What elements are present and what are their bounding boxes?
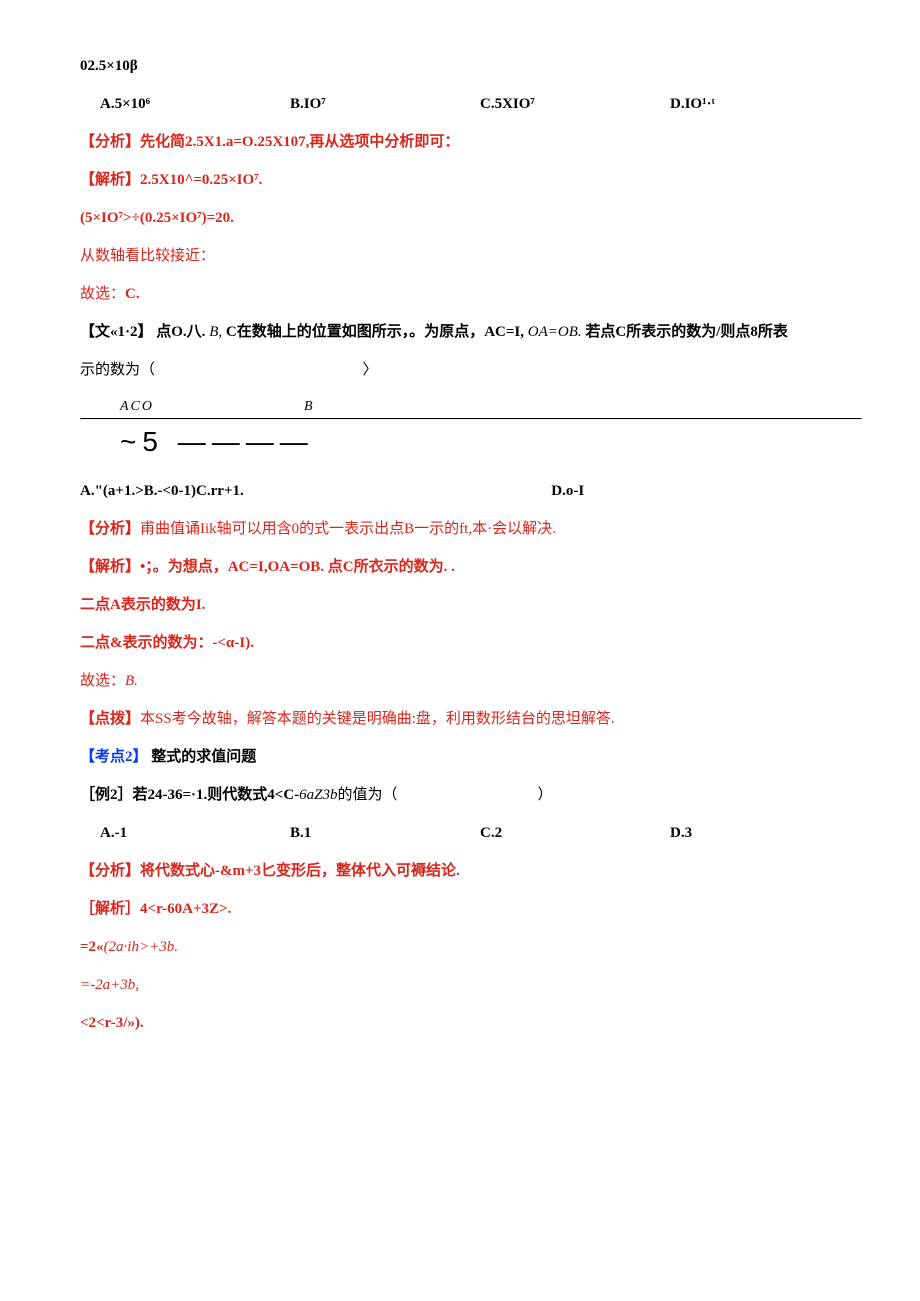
ex2-option-a: A.-1 <box>100 821 290 845</box>
q2-text-f: 示的数为（ <box>80 362 155 378</box>
ex2-analysis-label: 【分析】 <box>80 863 140 879</box>
ex2-step1-a: =2« <box>80 939 104 955</box>
q2-option-a: A."(a+1.> <box>80 483 144 499</box>
q2-dianbo: 【点拨】本SS考今故轴，解答本题的关键是明确曲:盘，利用数形结台的思坦解答. <box>80 707 860 731</box>
ex2-analysis: 【分析】将代数式心-&m+3匕变形后，整体代入可褥结论. <box>80 859 860 883</box>
ex2-close: ） <box>538 787 553 803</box>
ex2-solution: ［解析］4<r-60A+3Z>. <box>80 897 860 921</box>
q1-note: 从数轴看比较接近： <box>80 244 860 268</box>
kaodian-label: 【考点2】 <box>80 749 148 765</box>
q2-analysis-label: 【分析】 <box>80 521 140 537</box>
q2-line-a: 二点A表示的数为I. <box>80 593 860 617</box>
axis-aco: ACO <box>120 399 154 414</box>
q2-dianbo-label: 【点拨】 <box>80 711 140 727</box>
q1-solution-line1: 【解析】2.5X10^=0.25×IO⁷. <box>80 168 860 192</box>
q2-options-row: A."(a+1.>B.-<0-1)C.rr+1. D.o-I <box>80 479 860 503</box>
q2-line-b: 二点&表示的数为：-<α-I). <box>80 631 860 655</box>
q2-analysis-text: 甫曲值诵Iik轴可以用含0的式一表示出点B一示的ft,本·会以解决. <box>140 521 556 537</box>
q2-prompt: 【文«1·2】 点O.八. B, C在数轴上的位置如图所示，。为原点，AC=I,… <box>80 320 860 344</box>
ex2-option-b: B.1 <box>290 821 480 845</box>
conclusion-value: C. <box>125 286 140 302</box>
q2-option-d: D.o-I <box>551 483 584 499</box>
kaodian-title: 整式的求值问题 <box>151 749 256 765</box>
q2-conclusion-value: B. <box>125 673 138 689</box>
q2-dianbo-text: 本SS考今故轴，解答本题的关键是明确曲:盘，利用数形结台的思坦解答. <box>140 711 615 727</box>
q1-options: A.5×10⁶ B.IO⁷ C.5XIO⁷ D.IO¹·ᵗ <box>100 92 860 116</box>
q1-option-a: A.5×10⁶ <box>100 92 290 116</box>
q2-solution-label: 【解析】 <box>80 559 140 575</box>
ex2-prompt-b: 6aZ3b <box>299 787 337 803</box>
ex2-step1-b: (2a·ih>+3b. <box>104 939 178 955</box>
analysis-text: 先化简2.5X1.a=O.25X107,再从选项中分析即可： <box>140 134 459 150</box>
ex2-solution-text: 4<r-60A+3Z>. <box>140 901 231 917</box>
q1-solution-line2: (5×IO⁷>÷(0.25×IO⁷)=20. <box>80 206 860 230</box>
q2-prompt-line2: 示的数为（ 〉 <box>80 358 860 382</box>
q1-option-c: C.5XIO⁷ <box>480 92 670 116</box>
ex2-step2: =-2a+3b, <box>80 973 860 997</box>
axis-ticks: ~5 ———— <box>120 420 860 465</box>
q2-label: 【文«1·2】 <box>80 324 153 340</box>
q1-option-b: B.IO⁷ <box>290 92 480 116</box>
q2-conclusion-label: 故选： <box>80 673 125 689</box>
q1-option-d: D.IO¹·ᵗ <box>670 92 860 116</box>
ex2-options: A.-1 B.1 C.2 D.3 <box>100 821 860 845</box>
ex2-step1: =2«(2a·ih>+3b. <box>80 935 860 959</box>
header-expression: 02.5×10β <box>80 54 860 78</box>
q1-conclusion: 故选：C. <box>80 282 860 306</box>
document-page: 02.5×10β A.5×10⁶ B.IO⁷ C.5XIO⁷ D.IO¹·ᵗ 【… <box>0 0 920 1089</box>
number-line-diagram: ACO B ~5 ———— <box>80 396 860 465</box>
q1-analysis: 【分析】先化简2.5X1.a=O.25X107,再从选项中分析即可： <box>80 130 860 154</box>
q2-text-a: 点O.八. <box>156 324 205 340</box>
q2-close-bracket: 〉 <box>363 362 378 378</box>
ex2-step3: <2<r-3/»). <box>80 1011 860 1035</box>
ex2-analysis-text: 将代数式心-&m+3匕变形后，整体代入可褥结论. <box>140 863 460 879</box>
q2-solution-text: •；。为想点，AC=I,OA=OB. 点C所衣示的数为. . <box>140 559 455 575</box>
conclusion-text: 故选： <box>80 286 125 302</box>
solution-label: 【解析】 <box>80 172 140 188</box>
q2-conclusion: 故选：B. <box>80 669 860 693</box>
q2-text-b: B, <box>209 324 222 340</box>
ex2-option-c: C.2 <box>480 821 670 845</box>
ex2-prompt: ［例2］若24-36=·1.则代数式4<C-6aZ3b的值为（ ） <box>80 783 860 807</box>
analysis-label: 【分析】 <box>80 134 140 150</box>
axis-point-labels: ACO B <box>120 396 860 418</box>
ex2-prompt-c: 的值为（ <box>338 787 398 803</box>
ex2-option-d: D.3 <box>670 821 860 845</box>
ex2-prompt-a: ［例2］若24-36=·1.则代数式4<C- <box>80 787 299 803</box>
axis-line <box>80 418 862 420</box>
kaodian-2-heading: 【考点2】 整式的求值问题 <box>80 745 860 769</box>
q2-text-c: C在数轴上的位置如图所示，。为原点，AC=I, <box>226 324 524 340</box>
q2-text-d: OA=OB. <box>528 324 582 340</box>
solution-text-1: 2.5X10^=0.25×IO⁷. <box>140 172 262 188</box>
ex2-solution-label: ［解析］ <box>80 901 140 917</box>
q2-analysis: 【分析】甫曲值诵Iik轴可以用含0的式一表示出点B一示的ft,本·会以解决. <box>80 517 860 541</box>
q2-option-c: C.rr+1. <box>196 483 244 499</box>
q2-text-e: 若点C所表示的数为/则点8所表 <box>585 324 788 340</box>
q2-option-b: B.-<0-1) <box>144 483 196 499</box>
q2-solution: 【解析】•；。为想点，AC=I,OA=OB. 点C所衣示的数为. . <box>80 555 860 579</box>
axis-b: B <box>304 399 313 414</box>
